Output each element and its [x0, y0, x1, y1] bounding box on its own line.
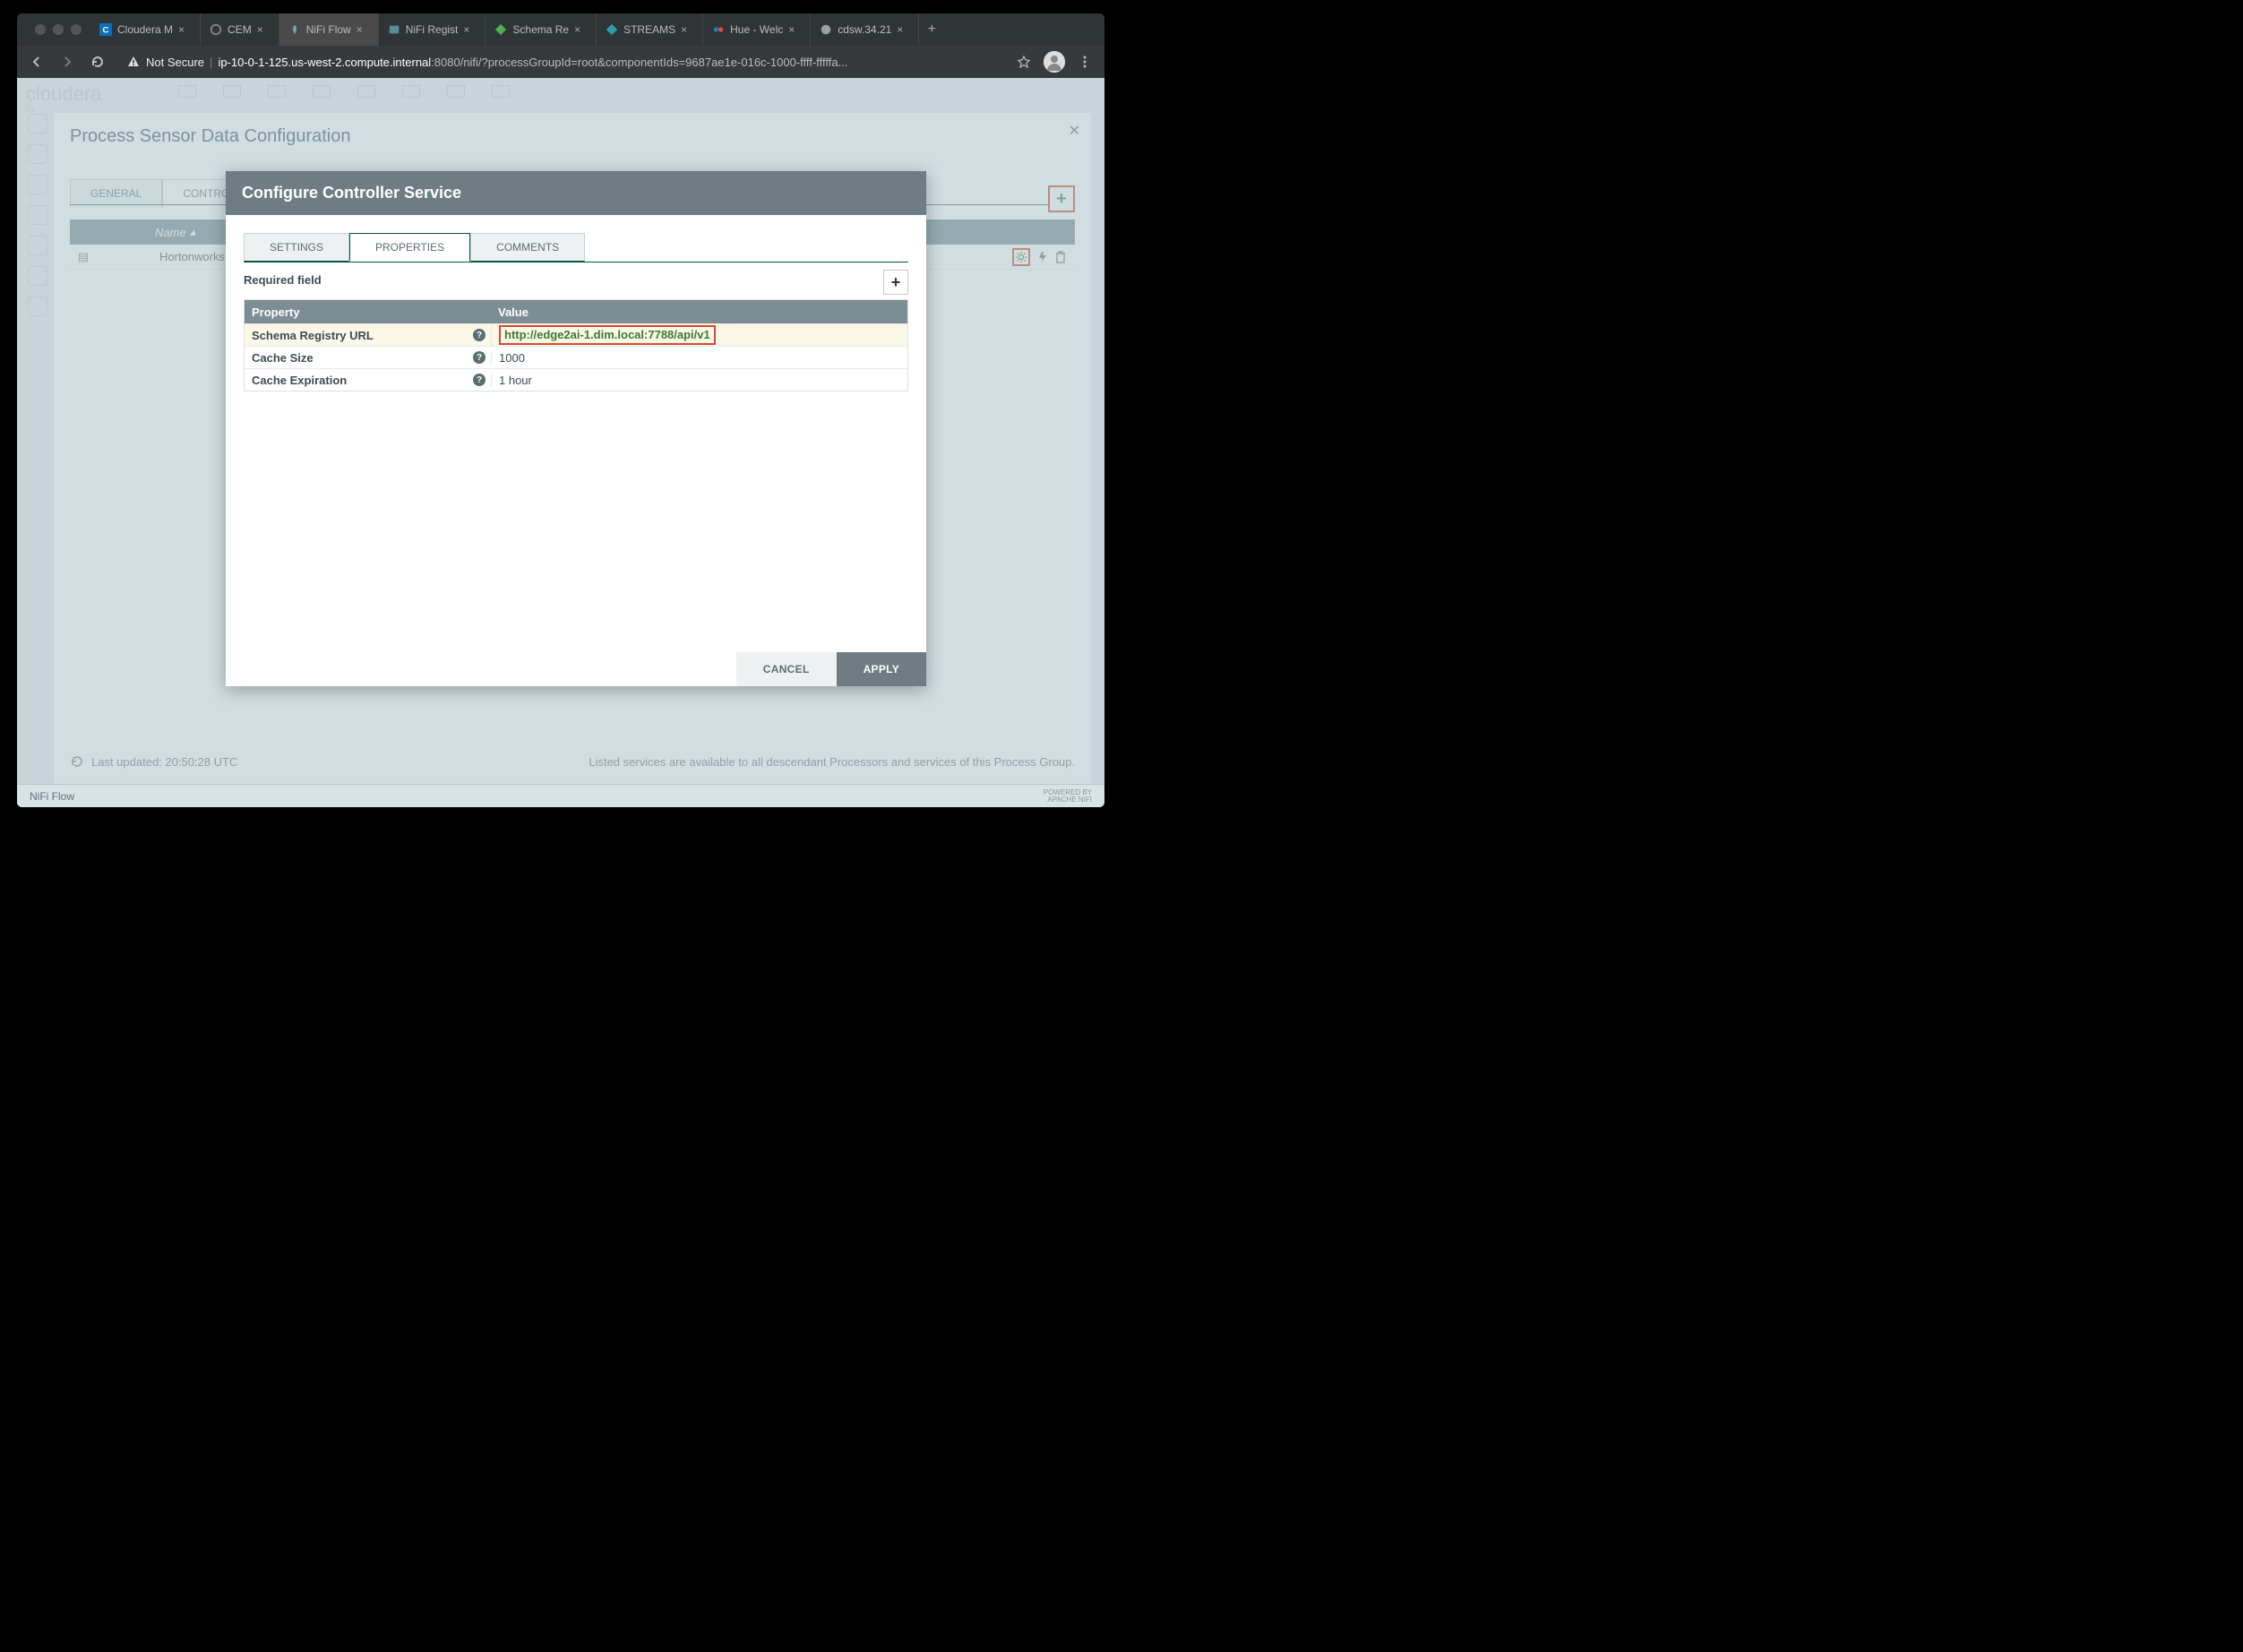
tab-cdsw[interactable]: cdsw.34.21 × — [811, 13, 919, 46]
configure-controller-service-dialog: Configure Controller Service SETTINGS PR… — [226, 171, 926, 686]
breadcrumb-root[interactable]: NiFi Flow — [30, 790, 74, 803]
tab-fav-icon — [388, 23, 400, 36]
column-value: Value — [491, 305, 907, 319]
add-property-button[interactable]: + — [883, 270, 908, 295]
tabs-container: C Cloudera M × CEM × NiFi Flow × NiFi Re… — [90, 13, 1104, 46]
tab-title: cdsw.34.21 — [838, 23, 891, 36]
property-value[interactable]: http://edge2ai-1.dim.local:7788/api/v1 — [499, 325, 716, 345]
tab-fav-icon — [288, 23, 301, 36]
property-name: Schema Registry URL — [252, 329, 374, 342]
tab-settings[interactable]: SETTINGS — [244, 233, 349, 262]
property-row[interactable]: Schema Registry URL? http://edge2ai-1.di… — [245, 323, 907, 346]
property-value[interactable]: 1 hour — [499, 374, 532, 387]
browser-window: C Cloudera M × CEM × NiFi Flow × NiFi Re… — [17, 13, 1104, 807]
tab-fav-icon: C — [99, 23, 112, 36]
apply-button[interactable]: APPLY — [837, 652, 926, 686]
browser-tab-bar: C Cloudera M × CEM × NiFi Flow × NiFi Re… — [17, 13, 1104, 46]
tab-cloudera[interactable]: C Cloudera M × — [90, 13, 201, 46]
tab-schema-registry[interactable]: Schema Re × — [486, 13, 597, 46]
minimize-window-icon[interactable] — [53, 24, 64, 35]
property-value[interactable]: 1000 — [499, 351, 525, 365]
tab-comments[interactable]: COMMENTS — [470, 233, 585, 262]
tab-close-icon[interactable]: × — [897, 23, 909, 36]
window-controls[interactable] — [26, 24, 90, 35]
bookmark-star-icon[interactable] — [1013, 51, 1035, 73]
close-window-icon[interactable] — [35, 24, 46, 35]
inner-dialog-footer: CANCEL APPLY — [226, 652, 926, 686]
tab-cem[interactable]: CEM × — [201, 13, 279, 46]
inner-tabs: SETTINGS PROPERTIES COMMENTS — [226, 215, 926, 262]
not-secure-label: Not Secure — [146, 56, 204, 69]
tab-fav-icon — [494, 23, 507, 36]
inner-dialog-title: Configure Controller Service — [226, 171, 926, 215]
tab-close-icon[interactable]: × — [463, 23, 476, 36]
url-text: ip-10-0-1-125.us-west-2.compute.internal… — [218, 56, 847, 69]
nifi-status-bar: NiFi Flow POWERED BYAPACHE NIFI — [17, 784, 1104, 807]
tab-title: NiFi Flow — [306, 23, 351, 36]
address-bar: Not Secure | ip-10-0-1-125.us-west-2.com… — [17, 46, 1104, 78]
new-tab-button[interactable]: + — [919, 13, 944, 46]
properties-table: Property Value Schema Registry URL? http… — [244, 299, 908, 391]
tab-title: NiFi Regist — [406, 23, 459, 36]
profile-avatar[interactable] — [1044, 51, 1065, 73]
tab-title: CEM — [228, 23, 252, 36]
property-row[interactable]: Cache Size? 1000 — [245, 346, 907, 368]
tab-close-icon[interactable]: × — [178, 23, 191, 36]
tab-fav-icon — [820, 23, 832, 36]
browser-menu-icon[interactable] — [1074, 51, 1096, 73]
tab-close-icon[interactable]: × — [257, 23, 270, 36]
url-field[interactable]: Not Secure | ip-10-0-1-125.us-west-2.com… — [117, 49, 1004, 74]
tab-hue[interactable]: Hue - Welc × — [703, 13, 811, 46]
not-secure-icon — [126, 55, 141, 69]
required-field-label: Required field — [244, 273, 908, 287]
help-icon[interactable]: ? — [473, 329, 486, 341]
back-button[interactable] — [26, 51, 47, 73]
svg-text:C: C — [103, 26, 109, 36]
property-row[interactable]: Cache Expiration? 1 hour — [245, 368, 907, 391]
help-icon[interactable]: ? — [473, 374, 486, 386]
tab-close-icon[interactable]: × — [574, 23, 587, 36]
tab-nifi-registry[interactable]: NiFi Regist × — [379, 13, 486, 46]
tab-nifi-flow[interactable]: NiFi Flow × — [279, 13, 379, 46]
tab-properties[interactable]: PROPERTIES — [349, 233, 470, 262]
property-name: Cache Size — [252, 351, 314, 365]
cancel-button[interactable]: CANCEL — [736, 652, 837, 686]
tab-close-icon[interactable]: × — [357, 23, 369, 36]
column-property: Property — [245, 305, 491, 319]
tab-title: Cloudera M — [117, 23, 173, 36]
powered-by-label: POWERED BYAPACHE NIFI — [1044, 789, 1092, 804]
properties-table-header: Property Value — [245, 300, 907, 323]
tab-fav-icon — [712, 23, 725, 36]
help-icon[interactable]: ? — [473, 351, 486, 364]
tab-title: STREAMS — [623, 23, 675, 36]
property-name: Cache Expiration — [252, 374, 347, 387]
tab-title: Hue - Welc — [730, 23, 783, 36]
tab-streams[interactable]: STREAMS × — [597, 13, 703, 46]
tab-title: Schema Re — [512, 23, 569, 36]
tab-fav-icon — [210, 23, 222, 36]
maximize-window-icon[interactable] — [71, 24, 82, 35]
page-content: cloudera FL ✕ Process Sensor Data Config… — [17, 78, 1104, 807]
tab-fav-icon — [606, 23, 618, 36]
forward-button[interactable] — [56, 51, 78, 73]
tab-close-icon[interactable]: × — [681, 23, 693, 36]
reload-button[interactable] — [87, 51, 108, 73]
tab-close-icon[interactable]: × — [788, 23, 801, 36]
